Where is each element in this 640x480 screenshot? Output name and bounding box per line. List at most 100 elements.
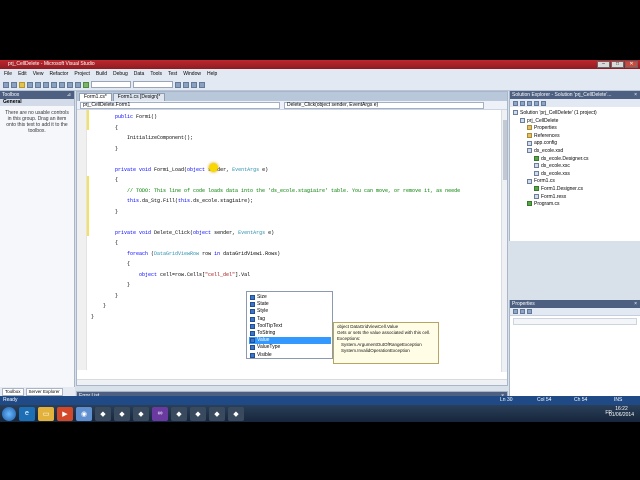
app-icon[interactable]: ◆ — [209, 406, 225, 421]
close-icon[interactable]: × — [634, 91, 637, 99]
app-icon[interactable]: ◆ — [228, 406, 244, 421]
properties-icon[interactable] — [513, 100, 518, 106]
toolbox-icon[interactable] — [199, 81, 205, 88]
menu-project[interactable]: Project — [74, 71, 90, 77]
completion-item[interactable]: ToolTipText — [249, 323, 331, 330]
alphabetical-icon[interactable] — [520, 309, 525, 314]
tree-item-label: ds_ecole.xsd — [534, 148, 564, 154]
folder-icon[interactable]: ▭ — [38, 406, 54, 421]
completion-item[interactable]: ToString — [249, 330, 331, 337]
code-token: sender, — [214, 229, 239, 236]
media-player-icon[interactable]: ▶ — [57, 406, 73, 421]
menu-tools[interactable]: Tools — [150, 71, 162, 77]
redo-icon[interactable] — [75, 81, 81, 88]
type-dropdown[interactable]: prj_CellDelete.Form1 — [80, 101, 280, 109]
open-file-icon[interactable] — [19, 81, 25, 88]
toolbox-group-general[interactable]: General — [0, 99, 74, 106]
save-icon[interactable] — [27, 81, 33, 88]
show-all-files-icon[interactable] — [520, 100, 525, 106]
tab-server-explorer[interactable]: Server Explorer — [25, 387, 63, 396]
tree-item[interactable]: ds_ecole.Designer.cs — [534, 156, 589, 163]
close-icon[interactable]: × — [634, 300, 637, 308]
tab-toolbox[interactable]: Toolbox — [2, 387, 24, 396]
undo-icon[interactable] — [67, 81, 73, 88]
menu-test[interactable]: Test — [168, 71, 177, 77]
app-icon[interactable]: ◆ — [95, 406, 111, 421]
paste-icon[interactable] — [59, 81, 65, 88]
app-icon[interactable]: ◆ — [190, 406, 206, 421]
tree-item[interactable]: Form1.resx — [534, 194, 566, 201]
app-icon[interactable]: ◆ — [171, 406, 187, 421]
close-button[interactable]: ✕ — [625, 61, 638, 68]
chrome-icon[interactable]: ◉ — [76, 406, 92, 421]
menu-view[interactable]: View — [33, 71, 44, 77]
scroll-thumb[interactable] — [503, 120, 507, 180]
menu-window[interactable]: Window — [183, 71, 201, 77]
property-pages-icon[interactable] — [527, 309, 532, 314]
app-icon[interactable]: ◆ — [114, 406, 130, 421]
find-icon[interactable] — [175, 81, 181, 88]
code-token: { — [115, 124, 119, 131]
taskbar-clock[interactable]: 16:22 01/06/2014 — [609, 406, 634, 418]
menu-build[interactable]: Build — [96, 71, 107, 77]
intellisense-list[interactable]: Size State Style Tag ToolTipText ToString Valu… — [246, 291, 333, 359]
tree-item[interactable]: Form1.Designer.cs — [534, 186, 583, 193]
code-token: e) — [262, 166, 269, 173]
menu-help[interactable]: Help — [207, 71, 217, 77]
menu-data[interactable]: Data — [134, 71, 145, 77]
completion-item[interactable]: Style — [249, 308, 331, 315]
tree-item[interactable]: ds_ecole.xss — [534, 171, 570, 178]
tree-item[interactable]: References — [527, 133, 560, 140]
new-project-icon[interactable] — [3, 81, 9, 88]
property-grid-row[interactable] — [513, 318, 637, 325]
tree-item[interactable]: ds_ecole.xsd — [527, 148, 563, 155]
pin-icon[interactable]: ⊿ — [67, 91, 71, 99]
start-button[interactable] — [2, 406, 16, 421]
visual-studio-icon[interactable]: ∞ — [152, 406, 168, 421]
tree-item[interactable]: app.config — [527, 140, 557, 147]
tree-item[interactable]: Solution 'prj_CellDelete' (1 project) — [513, 110, 597, 117]
tree-item[interactable]: ds_ecole.xsc — [534, 163, 570, 170]
menu-bar: File Edit View Refactor Project Build De… — [0, 69, 640, 79]
view-code-icon[interactable] — [534, 100, 539, 106]
view-designer-icon[interactable] — [541, 100, 546, 106]
horizontal-scrollbar[interactable] — [77, 379, 507, 385]
completion-item[interactable]: Size — [249, 294, 331, 301]
menu-refactor[interactable]: Refactor — [49, 71, 68, 77]
copy-icon[interactable] — [51, 81, 57, 88]
configuration-select[interactable] — [91, 81, 131, 88]
vertical-scrollbar[interactable] — [501, 110, 507, 372]
tree-item[interactable]: Properties — [527, 125, 557, 132]
start-debug-icon[interactable] — [83, 81, 89, 88]
tab-form1-design[interactable]: Form1.cs [Design]* — [112, 93, 166, 101]
properties-icon[interactable] — [191, 81, 197, 88]
menu-file[interactable]: File — [4, 71, 12, 77]
app-icon[interactable]: ◆ — [133, 406, 149, 421]
solution-explorer-icon[interactable] — [183, 81, 189, 88]
categorized-icon[interactable] — [513, 309, 518, 314]
menu-debug[interactable]: Debug — [113, 71, 128, 77]
code-token: object — [139, 271, 161, 278]
tab-form1-cs[interactable]: Form1.cs* — [79, 93, 112, 101]
platform-select[interactable] — [133, 81, 173, 88]
menu-edit[interactable]: Edit — [18, 71, 27, 77]
code-token: } — [115, 292, 119, 299]
completion-item[interactable]: Tag — [249, 316, 331, 323]
completion-item[interactable]: State — [249, 301, 331, 308]
completion-item[interactable]: ValueType — [249, 344, 331, 351]
minimize-button[interactable]: – — [597, 61, 610, 68]
tree-item[interactable]: prj_CellDelete — [520, 118, 558, 125]
property-icon — [250, 352, 255, 358]
cut-icon[interactable] — [43, 81, 49, 88]
completion-item[interactable]: Value — [249, 337, 331, 345]
tree-item[interactable]: Program.cs — [527, 201, 560, 208]
member-dropdown[interactable]: Delete_Click(object sender, EventArgs e) — [284, 101, 484, 109]
completion-item[interactable]: Visible — [249, 352, 331, 359]
maximize-button[interactable]: □ — [611, 61, 624, 68]
save-all-icon[interactable] — [35, 81, 41, 88]
tree-item[interactable]: Form1.cs — [527, 178, 555, 185]
add-item-icon[interactable] — [11, 81, 17, 88]
code-token: } — [91, 313, 95, 320]
refresh-icon[interactable] — [527, 100, 532, 106]
ie-icon[interactable]: e — [19, 406, 35, 421]
